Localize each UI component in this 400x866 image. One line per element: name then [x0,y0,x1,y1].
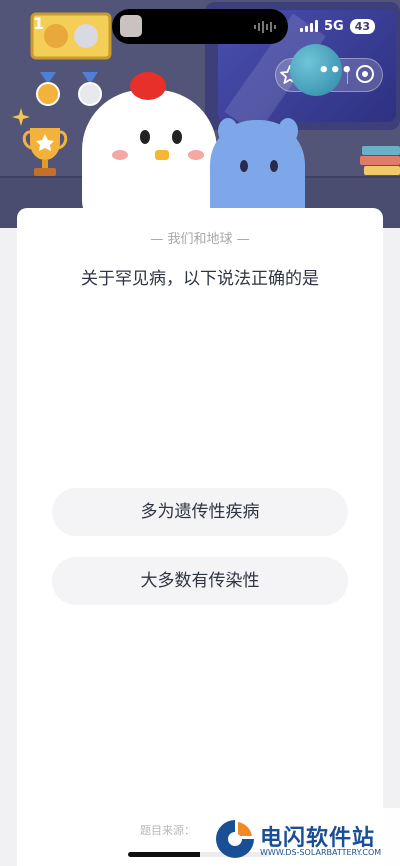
more-dots-icon[interactable]: ••• [318,62,353,86]
capsule-divider [347,66,348,84]
status-indicators: 5G 43 [300,16,376,36]
status-time: 1 [33,14,45,33]
answer-option-1[interactable]: 多为遗传性疾病 [52,488,348,536]
quiz-question: 关于罕见病，以下说法正确的是 [81,269,319,289]
chicken-cheek-right [188,150,204,160]
sparkle-icon [12,108,30,126]
silver-medal-icon [78,72,102,106]
gold-medal-icon [36,72,60,106]
chicken-cheek-left [112,150,128,160]
watermark-logo-icon [216,820,254,858]
trophy-icon [22,128,68,176]
audio-wave-icon [254,21,276,33]
chicken-comb [130,72,166,100]
now-playing-thumbnail [120,15,142,37]
blue-mascot-eye-right [270,160,278,172]
quiz-card [17,208,383,866]
close-circle-icon[interactable] [355,64,375,84]
dynamic-island [112,9,288,44]
quiz-category: — 我们和地球 — [150,232,250,247]
chicken-beak [155,150,169,160]
chicken-eye-right [172,130,182,144]
blue-mascot-eye-left [240,160,248,172]
answer-option-2[interactable]: 大多数有传染性 [52,557,348,605]
network-type: 5G [324,18,344,34]
signal-bars-icon [300,20,318,32]
battery-level: 43 [349,18,376,34]
chicken-eye-left [140,130,150,144]
books-icon [360,146,400,175]
watermark-url: WWW.DS-SOLARBATTERY.COM [260,848,382,857]
